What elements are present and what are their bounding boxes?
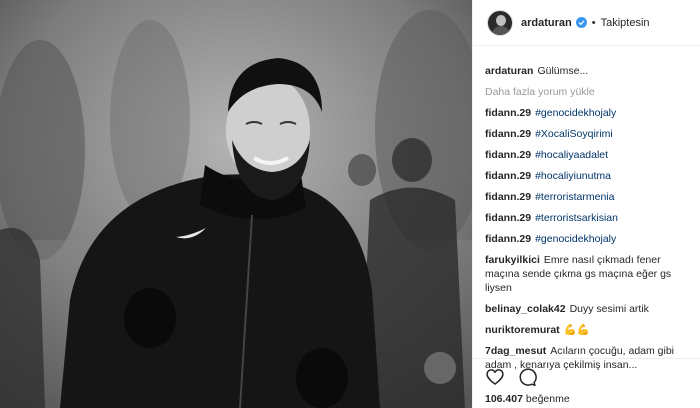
separator-dot: •	[591, 16, 596, 29]
comment-row: fidann.29 #hocaliyaadalet	[485, 148, 693, 162]
comments-list: ardaturan Gülümse... Daha fazla yorum yük…	[485, 64, 693, 379]
heart-icon[interactable]	[485, 367, 505, 387]
player-photo-illustration	[0, 0, 472, 408]
comment-username[interactable]: fidann.29	[485, 212, 531, 224]
comment-text: 💪💪	[563, 324, 590, 336]
likes-label: beğenme	[525, 393, 570, 405]
header-username[interactable]: ardaturan	[521, 17, 572, 29]
avatar[interactable]	[487, 9, 513, 36]
load-more-comments-button[interactable]: Daha fazla yorum yükle	[485, 85, 693, 99]
comment-username[interactable]: fidann.29	[485, 107, 531, 119]
post-actions: 106.407 beğenme	[473, 358, 700, 408]
comment-text: Duyy sesimi artik	[569, 303, 649, 315]
comment-username[interactable]: fidann.29	[485, 149, 531, 161]
comment-username[interactable]: belinay_colak42	[485, 303, 566, 315]
comment-row: nuriktoremurat 💪💪	[485, 323, 693, 337]
post-side-panel: ardaturan • Takiptesin ardaturan Gülümse.…	[472, 0, 700, 408]
comment-hashtag[interactable]: #hocaliyiunutma	[535, 170, 611, 182]
comment-row: farukyilkici Emre nasıl çıkmadı fener maç…	[485, 253, 693, 295]
comment-icon[interactable]	[517, 367, 537, 387]
comment-username[interactable]: farukyilkici	[485, 254, 540, 266]
action-icons	[485, 367, 537, 387]
likes-count[interactable]: 106.407 beğenme	[485, 393, 570, 405]
caption: ardaturan Gülümse...	[485, 64, 693, 78]
caption-username[interactable]: ardaturan	[485, 65, 533, 77]
comment-hashtag[interactable]: #XocaliSoyqirimi	[535, 128, 613, 140]
comment-username[interactable]: fidann.29	[485, 128, 531, 140]
comment-row: fidann.29 #terroristsarkisian	[485, 211, 693, 225]
comment-hashtag[interactable]: #genocidekhojaly	[535, 233, 616, 245]
comment-hashtag[interactable]: #terroristsarkisian	[535, 212, 618, 224]
comment-username[interactable]: fidann.29	[485, 191, 531, 203]
post-header: ardaturan • Takiptesin	[473, 0, 700, 46]
comment-row: fidann.29 #XocaliSoyqirimi	[485, 127, 693, 141]
post-photo[interactable]	[0, 0, 472, 408]
comment-username[interactable]: 7dag_mesut	[485, 345, 546, 357]
verified-badge-icon	[575, 17, 587, 28]
follow-status-button[interactable]: Takiptesin	[601, 17, 650, 29]
likes-number: 106.407	[485, 393, 523, 405]
comment-username[interactable]: fidann.29	[485, 170, 531, 182]
instagram-post: ardaturan • Takiptesin ardaturan Gülümse.…	[0, 0, 700, 408]
comment-row: fidann.29 #genocidekhojaly	[485, 106, 693, 120]
comment-row: belinay_colak42 Duyy sesimi artik	[485, 302, 693, 316]
comment-row: fidann.29 #terroristarmenia	[485, 190, 693, 204]
comment-hashtag[interactable]: #genocidekhojaly	[535, 107, 616, 119]
comment-row: fidann.29 #genocidekhojaly	[485, 232, 693, 246]
comment-hashtag[interactable]: #terroristarmenia	[535, 191, 614, 203]
comment-row: fidann.29 #hocaliyiunutma	[485, 169, 693, 183]
comment-username[interactable]: fidann.29	[485, 233, 531, 245]
caption-text: Gülümse...	[537, 65, 589, 77]
comment-username[interactable]: nuriktoremurat	[485, 324, 560, 336]
comment-hashtag[interactable]: #hocaliyaadalet	[535, 149, 608, 161]
